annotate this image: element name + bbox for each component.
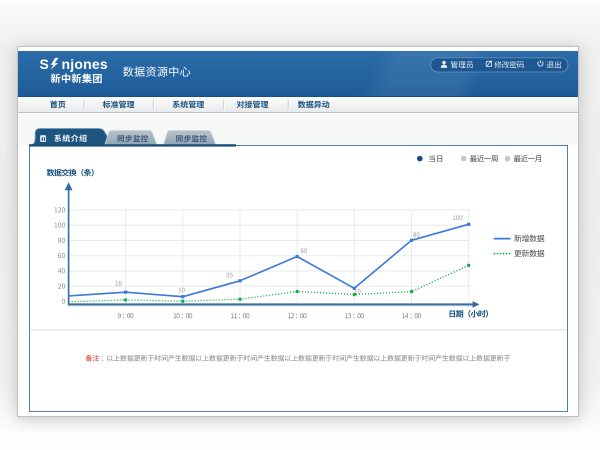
svg-text:S: S: [40, 56, 49, 72]
svg-text:njones: njones: [62, 56, 108, 72]
